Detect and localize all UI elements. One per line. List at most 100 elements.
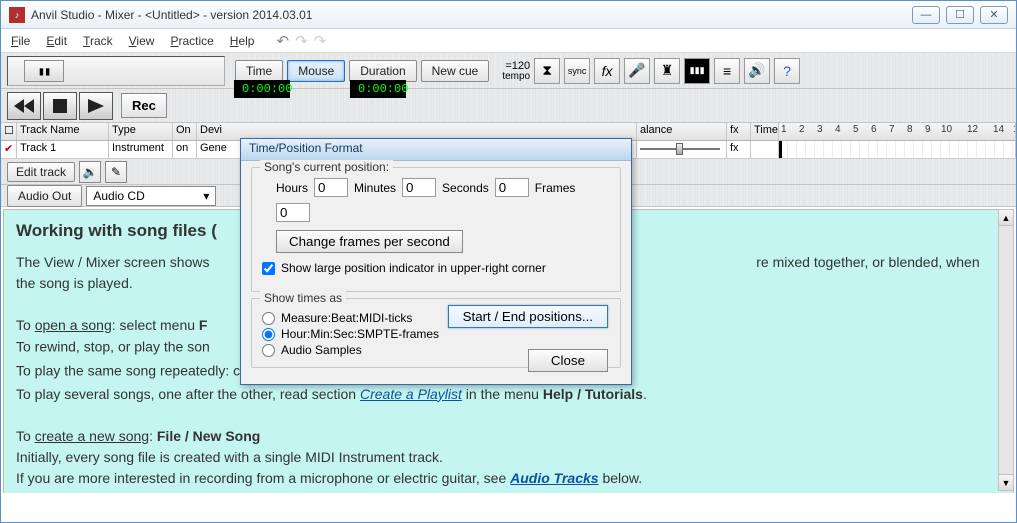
scroll-up-icon[interactable]: ▲	[999, 210, 1013, 226]
doc-p5d: .	[643, 386, 647, 402]
menu-view[interactable]: View	[129, 34, 155, 48]
col-check[interactable]: ☐	[1, 123, 17, 140]
doc-p7: Initially, every song file is created wi…	[16, 447, 1001, 468]
record-button[interactable]: Rec	[121, 93, 167, 118]
minutes-label: Minutes	[354, 181, 396, 195]
track-lane[interactable]	[779, 141, 1016, 158]
t6a: To	[16, 428, 35, 444]
change-fps-button[interactable]: Change frames per second	[276, 230, 463, 253]
frames-label: Frames	[535, 181, 576, 195]
redo2-icon[interactable]: ↷	[314, 32, 327, 50]
doc-p1a: The View / Mixer screen shows	[16, 254, 209, 270]
hours-label: Hours	[276, 181, 308, 195]
timer-left: 0:00:00	[234, 80, 290, 98]
menu-help[interactable]: Help	[230, 34, 255, 48]
toolbar-top: ▮▮ Time Mouse Duration New cue =120 temp…	[1, 53, 1016, 89]
pencil-icon[interactable]: ✎	[105, 161, 127, 183]
tower-icon[interactable]: ♜	[654, 58, 680, 84]
redo-icon[interactable]: ↷	[295, 32, 308, 50]
transport-bar: Rec	[1, 89, 1016, 123]
track-balance[interactable]	[637, 141, 727, 158]
menu-edit[interactable]: Edit	[46, 34, 67, 48]
show-large-checkbox[interactable]	[262, 262, 275, 275]
maximize-button[interactable]: ☐	[946, 6, 974, 24]
t6c: File / New Song	[157, 428, 260, 444]
frames-input[interactable]	[276, 203, 310, 222]
doc-p5c: Help / Tutorials	[543, 386, 643, 402]
col-balance[interactable]: alance	[637, 123, 727, 140]
menu-file[interactable]: File	[11, 34, 30, 48]
audio-out-button[interactable]: Audio Out	[7, 185, 82, 207]
radio-samples-label: Audio Samples	[281, 343, 362, 357]
menu-track[interactable]: Track	[83, 34, 113, 48]
col-on[interactable]: On	[173, 123, 197, 140]
time-ruler[interactable]: 1234567891012141	[779, 123, 1016, 140]
tempo-label: tempo	[502, 72, 530, 82]
col-fx[interactable]: fx	[727, 123, 751, 140]
dialog-close-button[interactable]: Close	[528, 349, 608, 372]
mouse-button[interactable]: Mouse	[287, 60, 345, 82]
mic-icon[interactable]: 🎤	[624, 58, 650, 84]
doc-p8a: If you are more interested in recording …	[16, 470, 510, 486]
radio-measure[interactable]	[262, 312, 275, 325]
track-check[interactable]: ✔	[1, 141, 17, 158]
seconds-label: Seconds	[442, 181, 489, 195]
track-time-cell	[751, 141, 779, 158]
doc-p5a: To play several songs, one after the oth…	[16, 386, 360, 402]
current-position-legend: Song's current position:	[260, 160, 393, 174]
current-position-group: Song's current position: Hours Minutes S…	[251, 167, 621, 292]
audio-tracks-link[interactable]: Audio Tracks	[510, 470, 598, 486]
hours-input[interactable]	[314, 178, 348, 197]
track-fx[interactable]: fx	[727, 141, 751, 158]
menu-practice[interactable]: Practice	[170, 34, 213, 48]
undo-icon[interactable]: ↶	[276, 32, 289, 50]
minutes-input[interactable]	[402, 178, 436, 197]
radio-samples[interactable]	[262, 344, 275, 357]
radio-measure-label: Measure:Beat:MIDI-ticks	[281, 311, 412, 325]
help-icon[interactable]: ?	[774, 58, 800, 84]
col-trackname[interactable]: Track Name	[17, 123, 109, 140]
doc-p3: To rewind, stop, or play the son	[16, 338, 210, 354]
edit-track-button[interactable]: Edit track	[7, 162, 75, 182]
sync-icon[interactable]: sync	[564, 58, 590, 84]
newcue-button[interactable]: New cue	[421, 60, 490, 82]
track-name[interactable]: Track 1	[17, 141, 109, 158]
app-icon: ♪	[9, 7, 25, 23]
stop-button[interactable]	[43, 92, 77, 120]
show-large-label: Show large position indicator in upper-r…	[281, 261, 546, 275]
audio-out-combo[interactable]: Audio CD▾	[86, 186, 216, 206]
fx-icon[interactable]: fx	[594, 58, 620, 84]
play-button[interactable]	[79, 92, 113, 120]
scrub-box[interactable]: ▮▮	[7, 56, 225, 86]
piano-icon[interactable]: ▮▮▮	[684, 58, 710, 84]
col-type[interactable]: Type	[109, 123, 173, 140]
close-window-button[interactable]: ✕	[980, 6, 1008, 24]
t2: : select menu	[112, 317, 199, 333]
create-playlist-link[interactable]: Create a Playlist	[360, 386, 462, 402]
sliders-icon[interactable]: ≡	[714, 58, 740, 84]
radio-smpte-label: Hour:Min:Sec:SMPTE-frames	[281, 327, 439, 341]
col-time[interactable]: Time	[751, 123, 779, 140]
minimize-button[interactable]: ―	[912, 6, 940, 24]
track-type: Instrument	[109, 141, 173, 158]
speaker-small-icon[interactable]: 🔉	[79, 161, 101, 183]
start-end-button[interactable]: Start / End positions...	[448, 305, 608, 328]
pause-indicator[interactable]: ▮▮	[24, 60, 64, 82]
track-on[interactable]: on	[173, 141, 197, 158]
t: To	[16, 317, 35, 333]
duration-button[interactable]: Duration	[349, 60, 416, 82]
metronome-icon[interactable]: ⧗	[534, 58, 560, 84]
seconds-input[interactable]	[495, 178, 529, 197]
radio-smpte[interactable]	[262, 328, 275, 341]
t3: F	[199, 317, 208, 333]
timer-right: 0:00:00	[350, 80, 406, 98]
scroll-down-icon[interactable]: ▼	[999, 474, 1013, 490]
time-button[interactable]: Time	[235, 60, 283, 82]
open-song-text: open a song	[35, 317, 112, 333]
dialog-title[interactable]: Time/Position Format	[241, 139, 631, 161]
show-times-group: Show times as Measure:Beat:MIDI-ticks Ho…	[251, 298, 621, 368]
vertical-scrollbar[interactable]: ▲ ▼	[998, 209, 1014, 491]
speaker-icon[interactable]: 🔊	[744, 58, 770, 84]
doc-p4a: To play the same song repeatedly: click	[16, 362, 264, 378]
rewind-button[interactable]	[7, 92, 41, 120]
